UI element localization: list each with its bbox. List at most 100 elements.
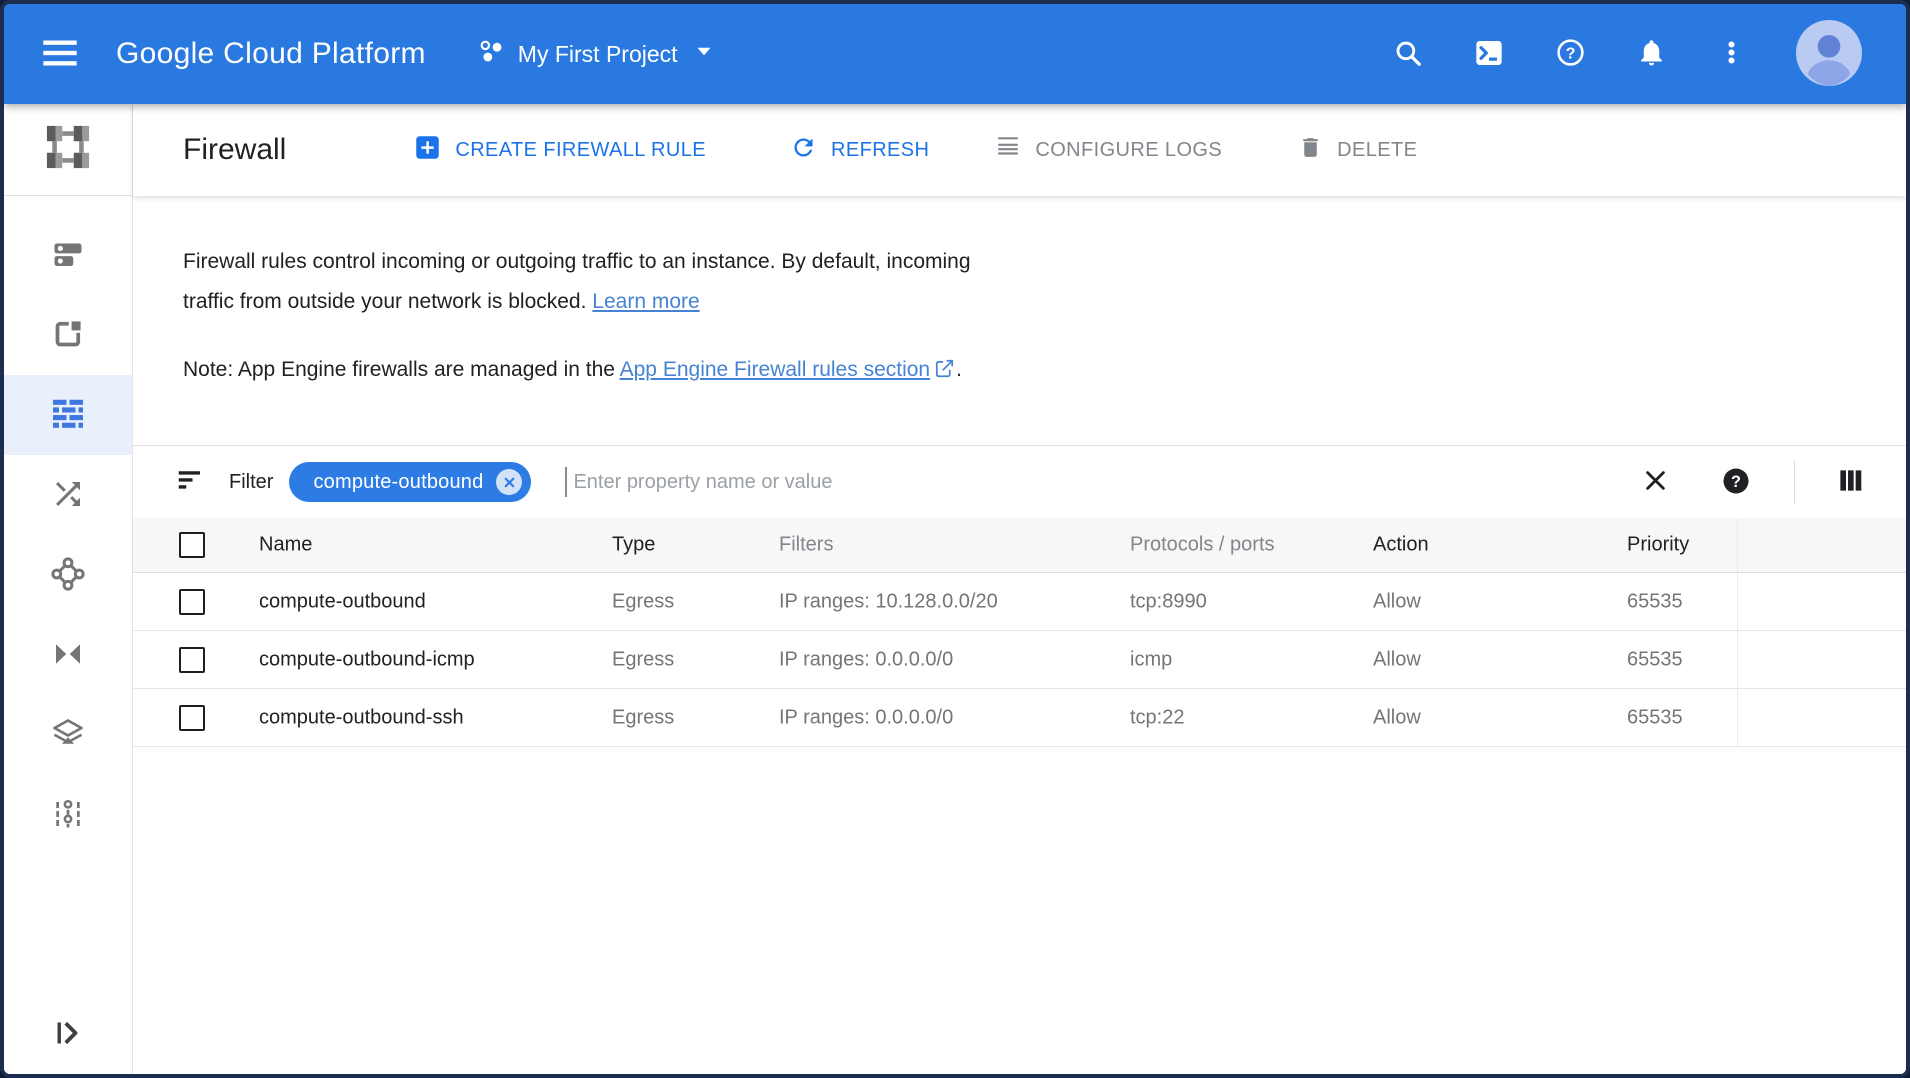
cell-name: compute-outbound xyxy=(259,590,426,613)
column-display-options-button[interactable] xyxy=(1837,467,1864,497)
intro-line2: traffic from outside your network is blo… xyxy=(183,290,586,313)
account-button[interactable] xyxy=(1796,20,1862,89)
column-header-protocols-ports: Protocols / ports xyxy=(1130,534,1275,557)
column-header-action[interactable]: Action xyxy=(1373,534,1429,557)
more-options-button[interactable] xyxy=(1717,38,1746,70)
sidebar-item-vpc-networks[interactable] xyxy=(4,215,132,295)
cell-name: compute-outbound-ssh xyxy=(259,706,464,729)
clear-filter-icon xyxy=(1642,467,1669,497)
help-button[interactable]: ? xyxy=(1555,37,1586,71)
sidebar-item-routes[interactable] xyxy=(4,455,132,535)
console-body: Firewall CREATE FIREWALL RULE REFRESH xyxy=(4,104,1906,1074)
serverless-vpc-access-icon xyxy=(50,716,86,755)
table-row-compute-outbound-icmp[interactable]: compute-outbound-icmp Egress IP ranges: … xyxy=(133,631,1906,689)
menu-button[interactable] xyxy=(40,33,80,76)
filter-input[interactable] xyxy=(571,470,1642,495)
page-toolbar: Firewall CREATE FIREWALL RULE REFRESH xyxy=(133,104,1906,196)
row-checkbox[interactable] xyxy=(179,589,205,615)
sidebar-item-vpc-network-peering[interactable] xyxy=(4,535,132,615)
notifications-icon xyxy=(1636,37,1667,71)
column-header-type[interactable]: Type xyxy=(612,534,655,557)
sidebar-item-shared-vpc[interactable] xyxy=(4,615,132,695)
cloud-shell-icon xyxy=(1473,37,1505,72)
column-header-priority[interactable]: Priority xyxy=(1627,534,1689,557)
search-icon xyxy=(1393,38,1423,71)
column-header-name[interactable]: Name xyxy=(259,534,312,557)
caret-down-icon xyxy=(691,38,717,70)
help-circle-icon: ? xyxy=(1721,466,1751,499)
column-divider xyxy=(1737,518,1738,572)
cloud-shell-button[interactable] xyxy=(1473,37,1505,72)
notifications-button[interactable] xyxy=(1636,37,1667,71)
row-checkbox[interactable] xyxy=(179,705,205,731)
cell-priority: 65535 xyxy=(1627,648,1683,671)
configure-logs-icon xyxy=(995,134,1021,166)
external-link-icon xyxy=(934,353,955,393)
configure-logs-button[interactable]: CONFIGURE LOGS xyxy=(995,134,1222,166)
delete-icon xyxy=(1298,135,1323,166)
cell-type: Egress xyxy=(612,706,674,729)
filter-bar: Filter compute-outbound xyxy=(133,446,1906,518)
product-logo[interactable]: Google Cloud Platform xyxy=(116,37,426,71)
clear-filter-button[interactable] xyxy=(1642,467,1669,497)
sidebar-item-serverless-vpc-access[interactable] xyxy=(4,695,132,775)
refresh-icon xyxy=(790,134,817,167)
project-switcher-icon xyxy=(478,38,505,71)
app-bar: Google Cloud Platform My First Project xyxy=(4,4,1906,104)
filter-label: Filter xyxy=(229,471,273,494)
filter-funnel-icon xyxy=(175,465,205,500)
search-button[interactable] xyxy=(1393,38,1423,71)
row-checkbox[interactable] xyxy=(179,647,205,673)
cell-priority: 65535 xyxy=(1627,590,1683,613)
project-name: My First Project xyxy=(518,41,678,68)
sidebar-item-firewall[interactable] xyxy=(4,375,132,455)
app-engine-firewall-rules-link[interactable]: App Engine Firewall rules section xyxy=(620,358,931,381)
cell-action: Allow xyxy=(1373,706,1421,729)
sidebar-item-external-ip-addresses[interactable] xyxy=(4,295,132,375)
cell-action: Allow xyxy=(1373,648,1421,671)
create-firewall-rule-button[interactable]: CREATE FIREWALL RULE xyxy=(414,134,706,167)
column-divider xyxy=(1737,573,1738,630)
page-title: Firewall xyxy=(183,133,286,167)
vpc-network-peering-icon xyxy=(50,556,86,595)
svg-text:?: ? xyxy=(1731,472,1741,490)
more-vert-icon xyxy=(1717,38,1746,70)
table-row-compute-outbound[interactable]: compute-outbound Egress IP ranges: 10.12… xyxy=(133,573,1906,631)
refresh-label: REFRESH xyxy=(831,139,929,162)
intro-text: Firewall rules control incoming or outgo… xyxy=(183,242,1906,322)
vpc-network-product-icon xyxy=(45,124,91,175)
delete-button[interactable]: DELETE xyxy=(1298,135,1417,166)
vpc-sidebar xyxy=(4,104,133,1074)
page-content: Firewall rules control incoming or outgo… xyxy=(133,196,1906,1074)
refresh-button[interactable]: REFRESH xyxy=(790,134,929,167)
learn-more-link[interactable]: Learn more xyxy=(592,290,699,313)
filter-chip-compute-outbound[interactable]: compute-outbound xyxy=(289,462,531,502)
sidebar-item-packet-mirroring[interactable] xyxy=(4,775,132,855)
cell-type: Egress xyxy=(612,648,674,671)
cell-filters: IP ranges: 0.0.0.0/0 xyxy=(779,648,953,671)
cell-name: compute-outbound-icmp xyxy=(259,648,475,671)
firewall-rules-table: Filter compute-outbound xyxy=(133,445,1906,747)
app-bar-actions: ? xyxy=(1393,20,1862,89)
collapse-sidebar-button[interactable] xyxy=(4,994,132,1074)
column-divider xyxy=(1737,689,1738,746)
filter-bar-divider xyxy=(1794,461,1795,503)
cell-priority: 65535 xyxy=(1627,706,1683,729)
cell-protocols: icmp xyxy=(1130,648,1172,671)
firewall-icon xyxy=(50,396,86,435)
chip-remove-icon[interactable] xyxy=(496,469,522,495)
select-all-checkbox[interactable] xyxy=(179,532,205,558)
cell-protocols: tcp:22 xyxy=(1130,706,1184,729)
column-options-icon xyxy=(1837,467,1864,497)
cell-filters: IP ranges: 10.128.0.0/20 xyxy=(779,590,998,613)
cell-type: Egress xyxy=(612,590,674,613)
table-row-compute-outbound-ssh[interactable]: compute-outbound-ssh Egress IP ranges: 0… xyxy=(133,689,1906,747)
text-caret xyxy=(565,467,567,497)
svg-text:?: ? xyxy=(1566,44,1576,62)
delete-label: DELETE xyxy=(1337,139,1417,162)
project-selector[interactable]: My First Project xyxy=(472,37,723,72)
add-icon xyxy=(414,134,441,167)
filter-help-button[interactable]: ? xyxy=(1721,466,1751,499)
cell-protocols: tcp:8990 xyxy=(1130,590,1207,613)
intro-line1: Firewall rules control incoming or outgo… xyxy=(183,250,971,273)
